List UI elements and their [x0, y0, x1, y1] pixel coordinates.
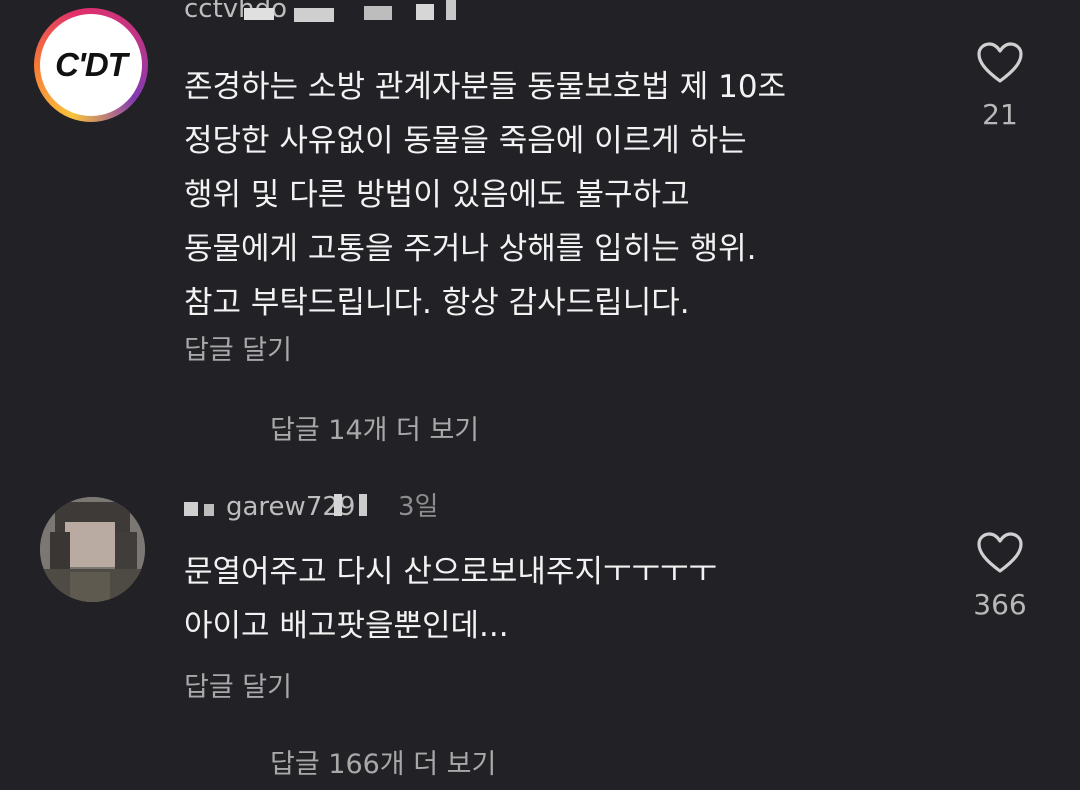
avatar-logo: C'DT	[40, 14, 142, 116]
comment-body: 문열어주고 다시 산으로보내주지ㅜㅜㅜㅜ 아이고 배고팟을뿐인데...	[184, 545, 717, 653]
comment-item: C'DT cctvhdo 존경하는 소방 관계자분들 동물보호법 제 10조 정…	[0, 0, 1080, 400]
comment-username[interactable]: cctvhdo	[184, 0, 484, 24]
pixelation-block	[446, 0, 456, 20]
pixelation-block	[184, 502, 198, 516]
like-count: 366	[973, 588, 1027, 621]
view-more-replies-button[interactable]: 답글 166개 더 보기	[270, 742, 496, 781]
comment-username[interactable]: garew729 3일	[184, 492, 464, 522]
like-button[interactable]: 21	[960, 42, 1040, 131]
comment-line: 아이고 배고팟을뿐인데...	[184, 608, 509, 644]
avatar-logo-text: C'DT	[55, 46, 128, 83]
pixelation-block	[204, 504, 214, 516]
comment-body: 존경하는 소방 관계자분들 동물보호법 제 10조 정당한 사유없이 동물을 죽…	[184, 60, 786, 330]
avatar[interactable]: C'DT	[34, 8, 148, 122]
comment-line: 참고 부탁드립니다. 항상 감사드립니다.	[184, 285, 690, 321]
pixelation-block	[364, 6, 392, 20]
pixelation-block	[359, 494, 367, 516]
comment-line: 행위 및 다른 방법이 있음에도 불구하고	[184, 177, 690, 213]
like-button[interactable]: 366	[960, 532, 1040, 621]
heart-outline-icon[interactable]	[977, 42, 1023, 84]
pixelation-block	[294, 8, 334, 22]
comment-item: garew729 3일 문열어주고 다시 산으로보내주지ㅜㅜㅜㅜ 아이고 배고팟…	[0, 480, 1080, 730]
comment-timestamp: 3일	[398, 492, 439, 522]
heart-outline-icon[interactable]	[977, 532, 1023, 574]
pixelation-block	[416, 4, 434, 20]
view-more-replies-button[interactable]: 답글 14개 더 보기	[270, 408, 479, 447]
comment-line: 문열어주고 다시 산으로보내주지ㅜㅜㅜㅜ	[184, 554, 718, 590]
avatar[interactable]	[40, 497, 145, 602]
comment-line: 동물에게 고통을 주거나 상해를 입히는 행위.	[184, 231, 757, 267]
reply-button[interactable]: 답글 달기	[184, 328, 292, 367]
comment-line: 존경하는 소방 관계자분들 동물보호법 제 10조	[184, 69, 787, 105]
pixelation-block	[244, 8, 274, 20]
comment-line: 정당한 사유없이 동물을 죽음에 이르게 하는	[184, 123, 747, 159]
reply-button[interactable]: 답글 달기	[184, 665, 292, 704]
like-count: 21	[982, 98, 1018, 131]
pixelation-block	[334, 494, 342, 516]
